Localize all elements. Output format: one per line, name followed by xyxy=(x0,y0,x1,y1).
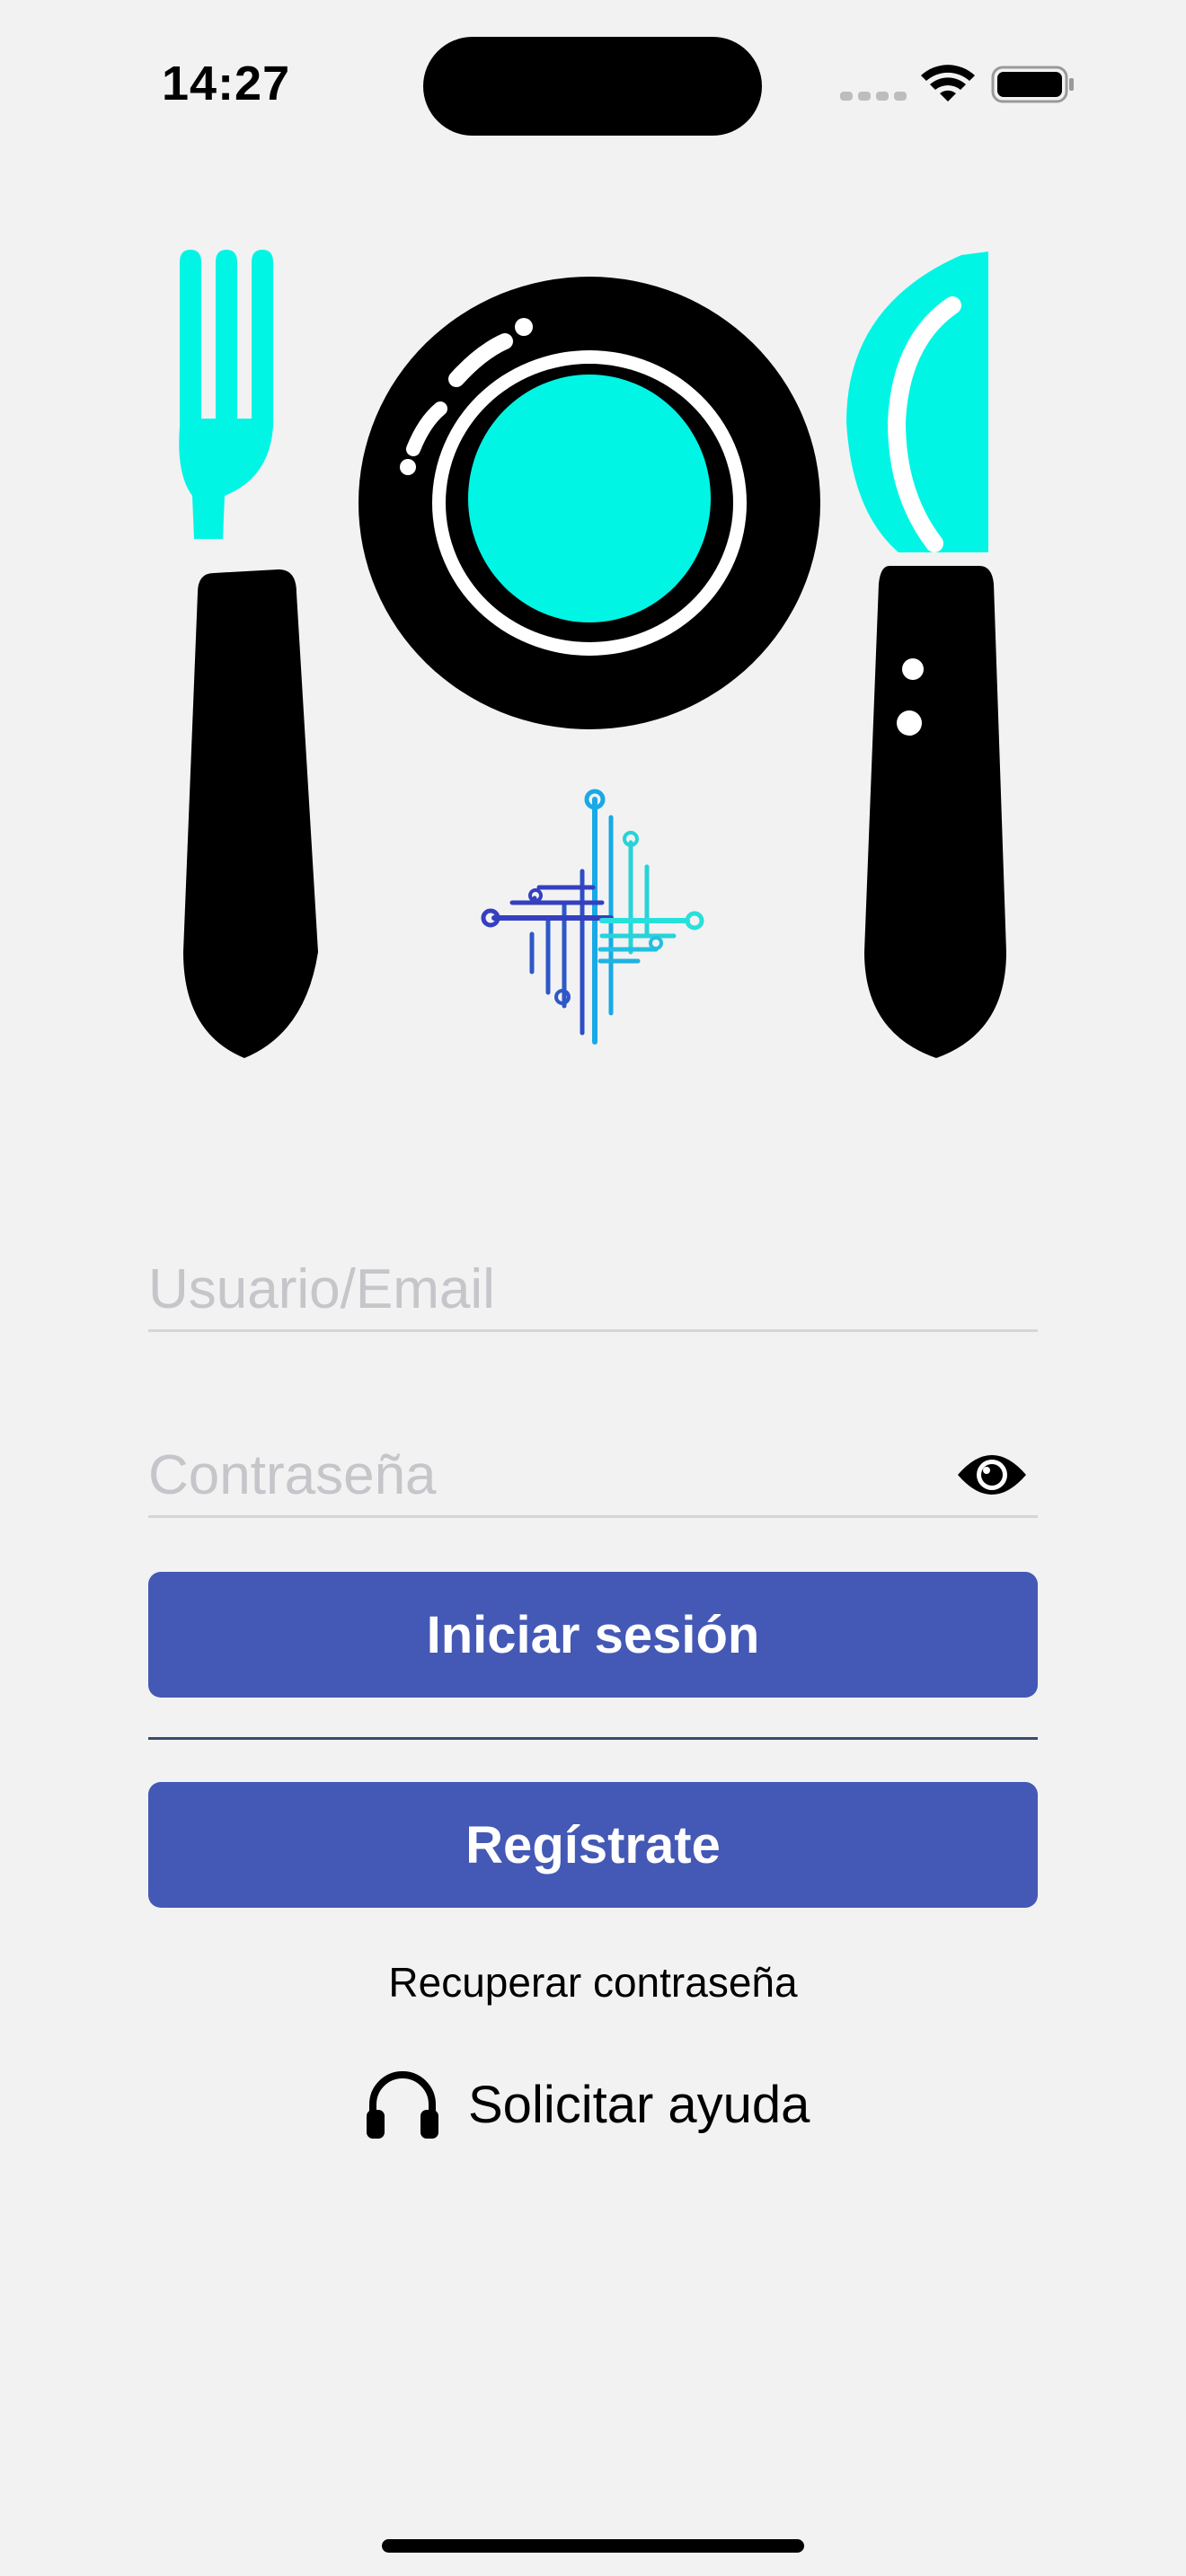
password-field xyxy=(148,1416,1038,1518)
plate-icon xyxy=(358,277,820,729)
status-bar: 14:27 xyxy=(0,0,1186,171)
dynamic-island xyxy=(423,37,762,136)
register-button[interactable]: Regístrate xyxy=(148,1782,1038,1908)
username-field xyxy=(148,1231,1038,1332)
eye-icon[interactable] xyxy=(955,1448,1029,1502)
fork-icon xyxy=(179,250,318,1058)
home-indicator xyxy=(382,2539,804,2553)
username-input[interactable] xyxy=(148,1257,939,1320)
knife-icon xyxy=(846,251,1006,1058)
help-label: Solicitar ayuda xyxy=(468,2075,810,2134)
headphones-icon xyxy=(367,2071,438,2139)
app-logo xyxy=(171,243,1015,1069)
help-button[interactable]: Solicitar ayuda xyxy=(364,2064,810,2145)
divider xyxy=(148,1737,1038,1740)
recover-password-link[interactable]: Recuperar contraseña xyxy=(0,1958,1186,2007)
circuit-cross-icon xyxy=(481,789,704,1045)
status-icons xyxy=(840,65,1074,103)
battery-icon xyxy=(991,66,1074,103)
login-button[interactable]: Iniciar sesión xyxy=(148,1572,1038,1698)
status-time: 14:27 xyxy=(162,57,291,110)
cellular-signal-icon xyxy=(840,92,907,101)
wifi-icon xyxy=(921,65,975,101)
fork-plate-knife-logo xyxy=(179,250,1006,1058)
password-input[interactable] xyxy=(148,1443,939,1506)
